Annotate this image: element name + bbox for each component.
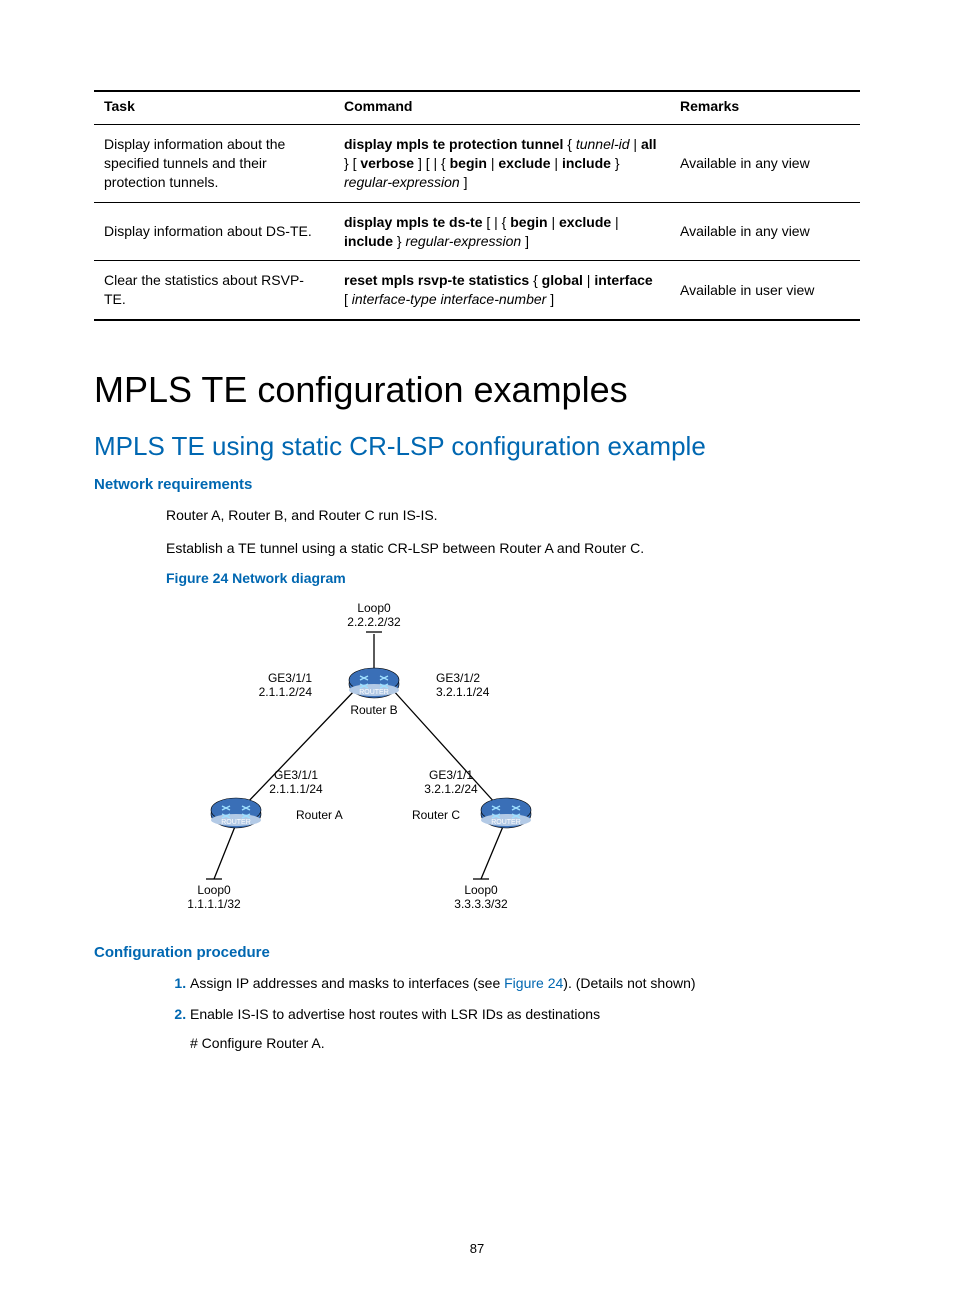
router-a-loop: Loop0 [197, 883, 231, 897]
router-b-right-if: GE3/1/2 [436, 671, 480, 685]
step-text: Enable IS-IS to advertise host routes wi… [190, 1006, 600, 1022]
router-b-left-if: GE3/1/1 [268, 671, 312, 685]
th-remarks: Remarks [670, 91, 860, 125]
page-number: 87 [0, 1241, 954, 1256]
subheading-network-requirements: Network requirements [94, 476, 860, 493]
router-b-left-addr: 2.1.1.2/24 [259, 685, 313, 699]
router-b-name: Router B [350, 703, 397, 717]
table-row: Display information about DS-TE. display… [94, 202, 860, 261]
router-b-loop: Loop0 [357, 601, 391, 615]
th-command: Command [334, 91, 670, 125]
figure-caption: Figure 24 Network diagram [166, 570, 860, 586]
body-text: Router A, Router B, and Router C run IS-… [166, 505, 860, 525]
section-heading: MPLS TE using static CR-LSP configuratio… [94, 431, 860, 462]
table-row: Clear the statistics about RSVP-TE. rese… [94, 261, 860, 320]
task-cell: Display information about the specified … [94, 125, 334, 203]
subheading-configuration-procedure: Configuration procedure [94, 944, 860, 961]
router-a-loop-addr: 1.1.1.1/32 [187, 897, 241, 911]
command-cell: display mpls te protection tunnel { tunn… [334, 125, 670, 203]
router-b-loop-addr: 2.2.2.2/32 [347, 615, 401, 629]
router-a-if: GE3/1/1 [274, 768, 318, 782]
table-row: Display information about the specified … [94, 125, 860, 203]
router-b-right-addr: 3.2.1.1/24 [436, 685, 490, 699]
remarks-cell: Available in any view [670, 202, 860, 261]
router-c-loop-addr: 3.3.3.3/32 [454, 897, 508, 911]
page-title: MPLS TE configuration examples [94, 369, 860, 411]
command-table: Task Command Remarks Display information… [94, 90, 860, 321]
router-a-icon [211, 798, 261, 828]
router-a-name: Router A [296, 808, 343, 822]
th-task: Task [94, 91, 334, 125]
step-subtext: # Configure Router A. [190, 1033, 860, 1054]
task-cell: Display information about DS-TE. [94, 202, 334, 261]
remarks-cell: Available in any view [670, 125, 860, 203]
task-cell: Clear the statistics about RSVP-TE. [94, 261, 334, 320]
procedure-step: Enable IS-IS to advertise host routes wi… [190, 1004, 860, 1054]
command-cell: reset mpls rsvp-te statistics { global |… [334, 261, 670, 320]
router-b-icon [349, 668, 399, 698]
step-text: Assign IP addresses and masks to interfa… [190, 975, 504, 991]
network-diagram: ROUTER [166, 594, 860, 914]
remarks-cell: Available in user view [670, 261, 860, 320]
router-a-addr: 2.1.1.1/24 [269, 782, 323, 796]
body-text: Establish a TE tunnel using a static CR-… [166, 538, 860, 558]
procedure-step: Assign IP addresses and masks to interfa… [190, 973, 860, 994]
figure-link[interactable]: Figure 24 [504, 975, 563, 991]
router-c-icon [481, 798, 531, 828]
router-c-if: GE3/1/1 [429, 768, 473, 782]
router-c-addr: 3.2.1.2/24 [424, 782, 478, 796]
router-c-loop: Loop0 [464, 883, 498, 897]
procedure-list: Assign IP addresses and masks to interfa… [166, 973, 860, 1054]
router-c-name: Router C [412, 808, 460, 822]
command-cell: display mpls te ds-te [ | { begin | excl… [334, 202, 670, 261]
step-text: ). (Details not shown) [563, 975, 695, 991]
